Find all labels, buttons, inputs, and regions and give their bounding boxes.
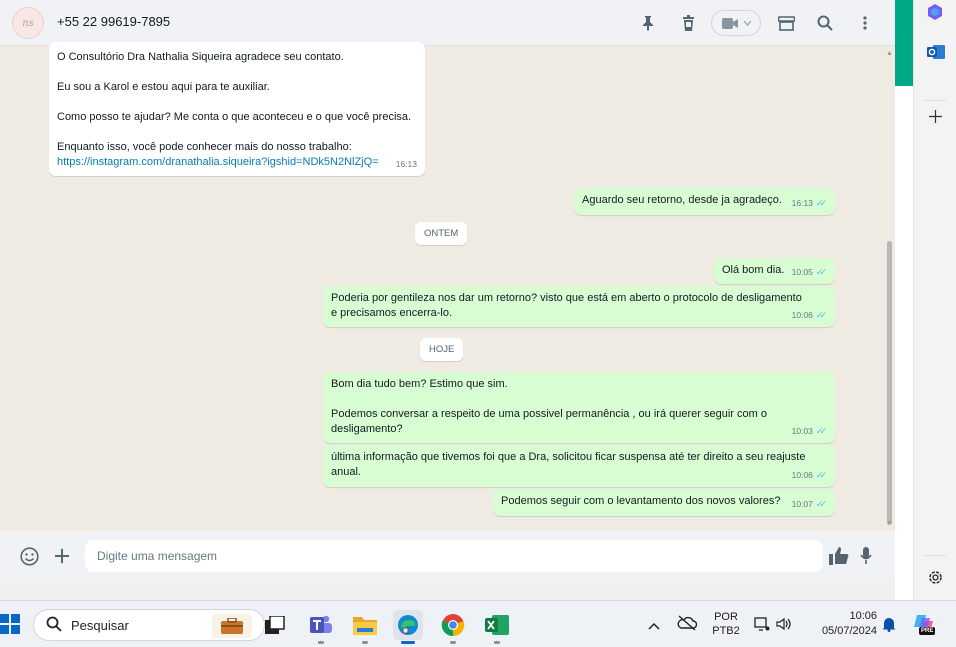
running-indicator [318,641,324,644]
search-icon [46,616,62,636]
message-outgoing[interactable]: Aguardo seu retorno, desde ja agradeço. … [574,188,835,215]
message-text: última informação que tivemos foi que a … [331,451,806,478]
read-ticks-icon: ✓✓ [815,470,827,480]
message-time: 10:05 ✓✓ [792,265,827,280]
message-input[interactable] [85,540,823,572]
message-text: Poderia por gentileza nos dar um retorno… [331,292,802,319]
rail-divider [924,555,946,556]
message-text: Aguardo seu retorno, desde ja agradeço. [582,194,782,206]
message-time: 16:13 ✓✓ [792,196,827,211]
accent-strip [895,0,913,86]
contact-avatar[interactable]: ns [12,7,44,39]
clock[interactable]: 10:06 05/07/2024 [807,610,877,637]
teams-app-icon[interactable] [306,610,336,644]
show-hidden-icons-chevron-icon[interactable] [648,617,660,635]
emoji-icon[interactable] [18,545,40,567]
language-code: POR [714,611,738,623]
language-indicator[interactable]: POR PTB2 [712,611,740,637]
message-time-text: 10:06 [791,470,813,480]
onedrive-offline-icon[interactable] [677,615,698,636]
add-plus-icon[interactable] [929,110,942,128]
message-outgoing[interactable]: última informação que tivemos foi que a … [323,445,835,487]
store-icon[interactable] [775,12,797,34]
video-camera-icon [721,17,738,29]
running-indicator [494,641,500,644]
search-label: Pesquisar [71,618,129,633]
message-composer [0,531,895,581]
side-rail [913,0,956,600]
chevron-down-icon [743,20,751,26]
active-indicator [401,641,415,644]
message-time: 10:06 ✓✓ [792,308,827,323]
whatsapp-window: ns +55 22 99619-7895 O Consultório Dra N… [0,0,895,581]
message-time: 16:13 [396,157,417,172]
rail-divider [924,100,946,101]
date-chip: HOJE [420,338,464,361]
chat-header: ns +55 22 99619-7895 [0,0,895,46]
window-gap [895,86,913,600]
message-time-text: 10:07 [791,499,813,509]
message-outgoing[interactable]: Poderia por gentileza nos dar um retorno… [323,286,835,327]
outlook-app-icon[interactable] [927,44,945,65]
read-ticks-icon: ✓✓ [815,310,827,320]
message-time-text: 10:03 [791,426,813,436]
message-incoming[interactable]: O Consultório Dra Nathalia Siqueira agra… [49,42,425,176]
running-indicator [450,641,456,644]
windows-start-icon[interactable] [0,614,20,639]
message-time-text: 16:13 [395,159,417,169]
running-indicator [362,641,368,644]
message-time: 10:06 ✓✓ [792,468,827,483]
copilot-pre-badge: PRE [919,627,936,635]
message-outgoing[interactable]: Olá bom dia. 10:05 ✓✓ [714,258,835,284]
attach-plus-icon[interactable] [51,545,73,567]
edge-browser-icon[interactable] [393,610,423,644]
keyboard-layout: PTB2 [712,625,740,637]
message-outgoing[interactable]: Podemos seguir com o levantamento dos no… [493,489,835,516]
file-explorer-icon[interactable] [350,610,380,644]
network-icon[interactable] [754,616,770,637]
scroll-up-arrow-icon[interactable]: ▲ [886,50,893,57]
kebab-menu-icon[interactable] [854,12,876,34]
settings-gear-icon[interactable] [927,569,944,591]
microphone-icon[interactable] [855,545,877,567]
task-view-icon[interactable] [260,610,290,640]
thumbs-up-icon[interactable] [828,545,850,567]
read-ticks-icon: ✓✓ [815,267,827,277]
volume-icon[interactable] [776,616,792,637]
message-time: 10:07 ✓✓ [792,497,827,512]
read-ticks-icon: ✓✓ [815,499,827,509]
message-text: Bom dia tudo bem? Estimo que sim. Podemo… [331,378,767,435]
message-list[interactable]: O Consultório Dra Nathalia Siqueira agra… [0,42,885,531]
search-icon[interactable] [814,12,836,34]
message-time-text: 16:13 [791,198,813,208]
notification-bell-icon[interactable] [882,616,896,637]
message-time-text: 10:05 [791,267,813,277]
message-text: O Consultório Dra Nathalia Siqueira agra… [57,51,412,153]
date-chip: ONTEM [415,222,468,245]
read-ticks-icon: ✓✓ [815,426,827,436]
video-call-button[interactable] [711,10,761,36]
copilot-app-icon[interactable] [927,4,943,25]
message-time: 10:03 ✓✓ [792,424,827,439]
clock-date: 05/07/2024 [821,625,877,637]
message-outgoing[interactable]: Bom dia tudo bem? Estimo que sim. Podemo… [323,372,835,443]
avatar-monogram: ns [22,17,34,29]
trash-icon[interactable] [677,12,699,34]
windows-taskbar: Pesquisar POR PTB2 10:06 05/07/2024 PRE [0,600,956,647]
chrome-browser-icon[interactable] [438,610,468,644]
taskbar-search[interactable]: Pesquisar [33,609,265,641]
message-time-text: 10:06 [791,310,813,320]
briefcase-icon [212,614,252,638]
pin-icon[interactable] [637,12,659,34]
message-link[interactable]: https://instagram.com/dranathalia.siquei… [57,155,417,170]
copilot-taskbar-icon[interactable]: PRE [913,613,937,637]
read-ticks-icon: ✓✓ [815,198,827,208]
clock-time: 10:06 [849,610,877,622]
scrollbar-thumb[interactable] [887,241,892,525]
message-text: Podemos seguir com o levantamento dos no… [501,495,781,507]
scroll-down-arrow-icon[interactable]: ▼ [886,520,893,527]
excel-app-icon[interactable] [482,610,512,644]
contact-name[interactable]: +55 22 99619-7895 [57,14,170,29]
